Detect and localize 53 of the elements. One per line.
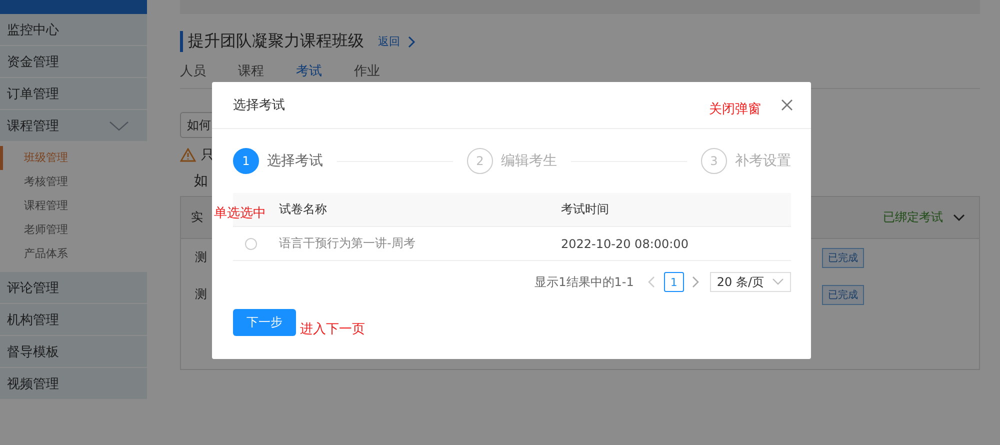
radio-button[interactable] xyxy=(245,238,257,250)
step-circle: 1 xyxy=(233,148,259,174)
section-label: 如 xyxy=(194,172,209,190)
tab[interactable]: 课程 xyxy=(238,62,264,80)
table-cell: 2022-10-20 08:00:00 xyxy=(561,236,688,250)
status-dropdown[interactable]: 已绑定考试 xyxy=(883,209,943,226)
modal-title: 选择考试 xyxy=(233,97,285,114)
step-label: 选择考试 xyxy=(267,152,323,170)
sidebar-item[interactable]: 机构管理 xyxy=(0,304,147,335)
chevron-down-icon xyxy=(772,278,784,286)
submenu-item[interactable]: 产品体系 xyxy=(0,242,147,266)
tab[interactable]: 人员 xyxy=(180,62,206,80)
back-link[interactable]: 返回 xyxy=(378,34,400,49)
sidebar-item[interactable]: 监控中心 xyxy=(0,14,147,45)
step-circle: 2 xyxy=(467,148,493,174)
card-title: 实 xyxy=(191,209,203,226)
close-icon[interactable] xyxy=(781,99,793,111)
sidebar-item[interactable]: 课程管理 xyxy=(0,110,147,141)
row-name: 测 xyxy=(195,249,207,266)
page-title: 提升团队凝聚力课程班级 xyxy=(180,31,364,52)
tab[interactable]: 作业 xyxy=(354,62,380,80)
submenu-item[interactable]: 班级管理 xyxy=(0,146,147,170)
chevron-right-icon xyxy=(408,36,416,48)
step-label: 编辑考生 xyxy=(501,152,557,170)
sidebar-item[interactable]: 订单管理 xyxy=(0,78,147,109)
column-header: 考试时间 xyxy=(561,201,609,218)
sidebar-item[interactable]: 评论管理 xyxy=(0,272,147,303)
warning-text: 只 xyxy=(201,147,214,164)
annotation: 关闭弹窗 xyxy=(709,101,761,118)
next-page-icon[interactable] xyxy=(692,276,700,288)
pagination-summary: 显示1结果中的1-1 xyxy=(534,274,634,290)
submenu-item[interactable]: 课程管理 xyxy=(0,194,147,218)
status-tag: 已完成 xyxy=(822,248,864,268)
row-name: 测 xyxy=(195,286,207,303)
page-button[interactable]: 1 xyxy=(664,272,684,292)
warning-icon xyxy=(180,148,196,162)
next-button[interactable]: 下一步 xyxy=(233,309,296,336)
table-cell-text: 语言干预行为第一讲-周考 xyxy=(279,235,416,252)
status-tag: 已完成 xyxy=(822,284,864,304)
sidebar-item[interactable]: 视频管理 xyxy=(0,368,147,399)
tab[interactable]: 考试 xyxy=(296,62,322,80)
step-label: 补考设置 xyxy=(735,152,791,170)
column-header: 试卷名称 xyxy=(279,201,328,218)
page-size-select[interactable]: 20 条/页 xyxy=(710,272,791,292)
sidebar-item[interactable]: 督导模板 xyxy=(0,336,147,367)
annotation: 进入下一页 xyxy=(300,321,365,338)
submenu-item[interactable]: 考核管理 xyxy=(0,170,147,194)
chevron-down-icon xyxy=(953,214,965,222)
step-circle: 3 xyxy=(701,148,727,174)
submenu-item[interactable]: 老师管理 xyxy=(0,218,147,242)
annotation: 单选选中 xyxy=(214,205,266,222)
sidebar-item[interactable]: 资金管理 xyxy=(0,46,147,77)
previous-page-icon[interactable] xyxy=(648,276,656,288)
